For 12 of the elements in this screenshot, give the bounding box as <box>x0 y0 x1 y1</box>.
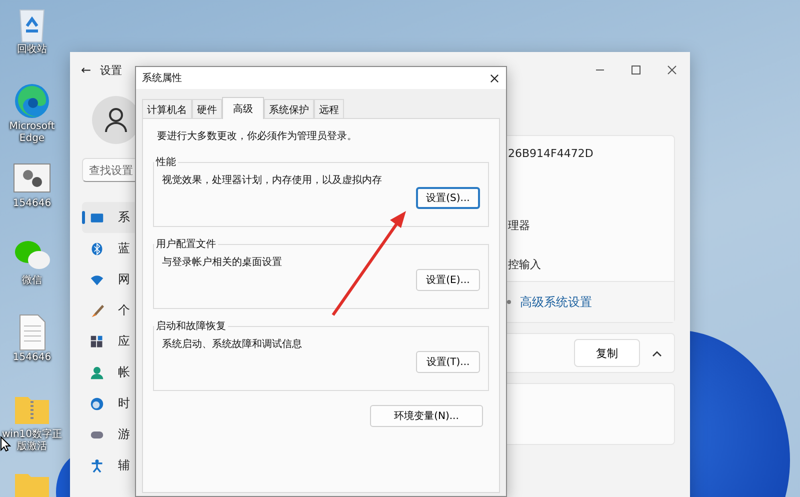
spec-text: 理器 <box>508 218 531 234</box>
group-title: 用户配置文件 <box>155 238 217 251</box>
dialog-title: 系统属性 <box>142 72 182 85</box>
group-description: 视觉效果，处理器计划，内存使用，以及虚拟内存 <box>162 174 383 187</box>
window-title: 设置 <box>100 62 122 78</box>
group-description: 系统启动、系统故障和调试信息 <box>162 338 303 351</box>
group-description: 与登录帐户相关的桌面设置 <box>162 256 283 269</box>
spec-text: 控输入 <box>508 257 542 273</box>
group-title: 启动和故障恢复 <box>155 320 227 333</box>
group-title: 性能 <box>154 156 177 169</box>
device-id: 26B914F4472D <box>508 146 594 162</box>
admin-notice: 要进行大多数更改，你必须作为管理员登录。 <box>157 130 358 143</box>
